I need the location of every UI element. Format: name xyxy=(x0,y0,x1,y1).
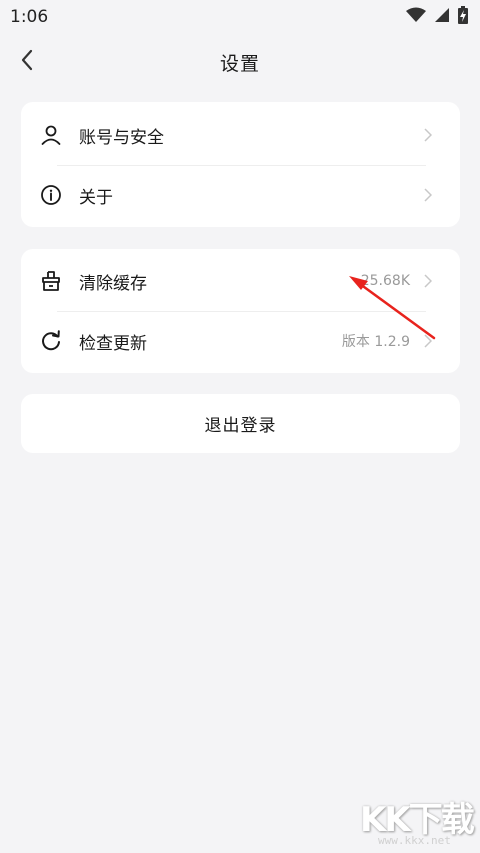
watermark-url: www.kkx.net xyxy=(378,834,451,847)
row-label: 检查更新 xyxy=(79,333,147,354)
refresh-icon xyxy=(40,330,62,352)
chevron-right-icon xyxy=(422,274,434,288)
info-icon xyxy=(40,184,62,206)
account-settings-card: 账号与安全 关于 xyxy=(21,102,460,227)
row-label: 关于 xyxy=(79,187,113,208)
row-label: 清除缓存 xyxy=(79,273,147,294)
page-title: 设置 xyxy=(219,52,260,75)
status-bar: 1:06 xyxy=(0,0,480,34)
user-icon xyxy=(40,124,62,146)
chevron-right-icon xyxy=(422,188,434,202)
clear-cache-row[interactable]: 清除缓存 25.68K xyxy=(21,251,460,311)
status-icons xyxy=(406,6,468,28)
battery-charging-icon xyxy=(458,6,468,28)
about-row[interactable]: 关于 xyxy=(21,165,460,225)
signal-icon xyxy=(434,7,450,27)
account-security-row[interactable]: 账号与安全 xyxy=(21,105,460,165)
status-time: 1:06 xyxy=(10,7,49,27)
header-bar: 设置 xyxy=(0,38,480,86)
watermark: KK下载 www.kkx.net xyxy=(360,792,478,852)
version-value: 版本 1.2.9 xyxy=(341,334,410,350)
chevron-right-icon xyxy=(422,334,434,348)
chevron-left-icon xyxy=(20,49,34,75)
chevron-right-icon xyxy=(422,128,434,142)
logout-label: 退出登录 xyxy=(204,416,277,436)
system-settings-card: 清除缓存 25.68K 检查更新 版本 1.2.9 xyxy=(21,249,460,373)
row-label: 账号与安全 xyxy=(79,127,164,148)
check-update-row[interactable]: 检查更新 版本 1.2.9 xyxy=(21,311,460,371)
back-button[interactable] xyxy=(12,46,42,78)
settings-screen: 1:06 设置 账号与安全 关于 清除缓存 25.68K 检查更新 版本 1.2… xyxy=(0,0,480,853)
cache-size-value: 25.68K xyxy=(360,273,410,289)
broom-icon xyxy=(40,270,62,292)
logout-button[interactable]: 退出登录 xyxy=(21,394,460,453)
wifi-icon xyxy=(406,7,426,27)
